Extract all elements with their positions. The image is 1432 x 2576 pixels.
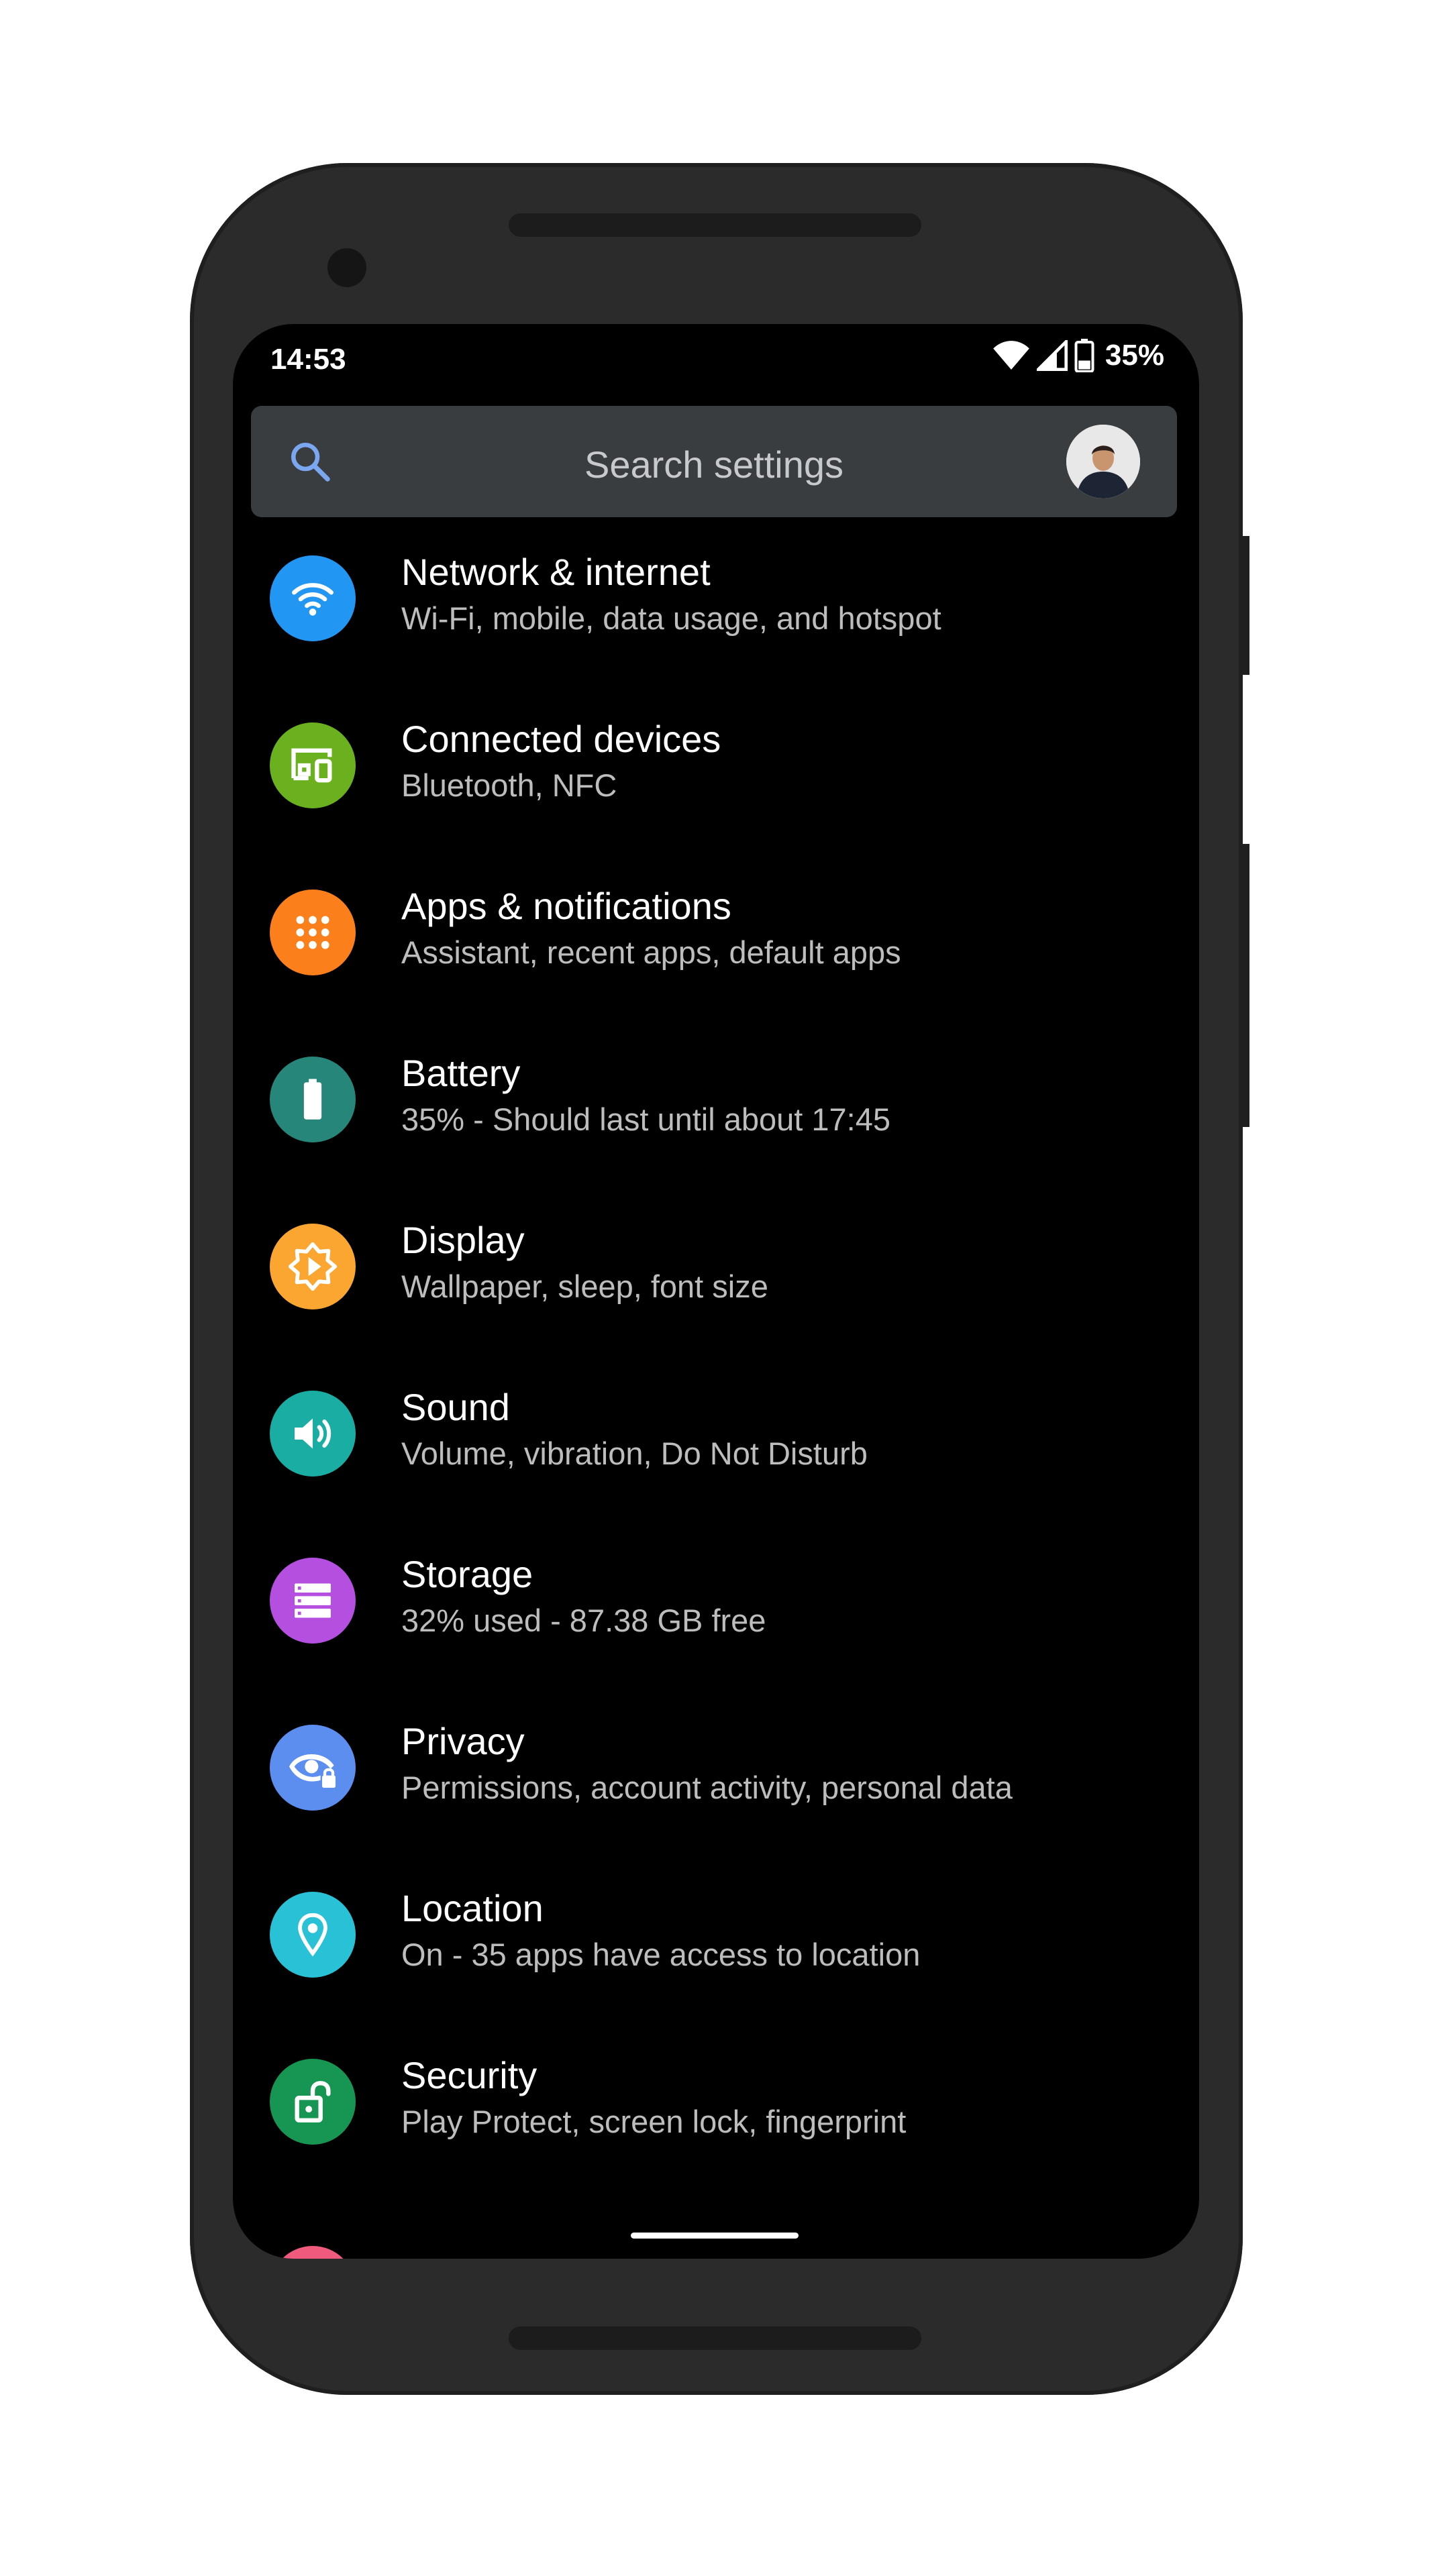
lock-open-icon xyxy=(270,2059,356,2145)
status-icons: 35% xyxy=(992,339,1164,372)
setting-title: Storage xyxy=(401,1553,533,1595)
setting-subtitle: Assistant, recent apps, default apps xyxy=(401,934,901,970)
wifi-icon xyxy=(992,339,1030,372)
setting-display[interactable]: Display Wallpaper, sleep, font size xyxy=(233,1219,1199,1391)
setting-title: Sound xyxy=(401,1386,510,1428)
setting-title: Apps & notifications xyxy=(401,885,731,927)
signal-icon xyxy=(1036,340,1068,371)
setting-title: Battery xyxy=(401,1052,521,1094)
status-bar: 14:53 35% xyxy=(233,324,1199,391)
front-camera xyxy=(327,248,366,287)
setting-title: Display xyxy=(401,1219,525,1261)
brightness-icon xyxy=(270,1224,356,1309)
setting-privacy[interactable]: Privacy Permissions, account activity, p… xyxy=(233,1720,1199,1892)
setting-location[interactable]: Location On - 35 apps have access to loc… xyxy=(233,1887,1199,2059)
bottom-speaker xyxy=(509,2326,921,2350)
privacy-eye-icon xyxy=(270,1725,356,1811)
screen: 14:53 35% Search settings Network & inte… xyxy=(233,324,1199,2259)
setting-subtitle: Wi-Fi, mobile, data usage, and hotspot xyxy=(401,600,941,636)
setting-title: Location xyxy=(401,1887,544,1929)
setting-subtitle: Volume, vibration, Do Not Disturb xyxy=(401,1436,868,1471)
setting-connected-devices[interactable]: Connected devices Bluetooth, NFC xyxy=(233,718,1199,890)
search-bar[interactable]: Search settings xyxy=(251,406,1177,517)
battery-icon xyxy=(1074,339,1094,372)
volume-icon xyxy=(270,1391,356,1477)
power-button xyxy=(1241,536,1249,675)
setting-storage[interactable]: Storage 32% used - 87.38 GB free xyxy=(233,1553,1199,1725)
setting-subtitle: Bluetooth, NFC xyxy=(401,767,617,803)
wifi-icon xyxy=(270,555,356,641)
setting-subtitle: 32% used - 87.38 GB free xyxy=(401,1603,766,1638)
setting-sound[interactable]: Sound Volume, vibration, Do Not Disturb xyxy=(233,1386,1199,1558)
devices-icon xyxy=(270,722,356,808)
setting-title: Connected devices xyxy=(401,718,721,760)
battery-percent: 35% xyxy=(1105,339,1164,372)
gesture-nav-handle[interactable] xyxy=(631,2233,799,2239)
setting-apps[interactable]: Apps & notifications Assistant, recent a… xyxy=(233,885,1199,1057)
search-placeholder: Search settings xyxy=(584,443,843,486)
setting-battery[interactable]: Battery 35% - Should last until about 17… xyxy=(233,1052,1199,1224)
setting-title: Network & internet xyxy=(401,551,711,593)
status-time: 14:53 xyxy=(270,343,346,376)
storage-icon xyxy=(270,1558,356,1644)
setting-subtitle: On - 35 apps have access to location xyxy=(401,1937,921,1972)
volume-rocker xyxy=(1241,844,1249,1127)
location-pin-icon xyxy=(270,1892,356,1978)
next-item-icon xyxy=(270,2246,356,2259)
setting-subtitle: 35% - Should last until about 17:45 xyxy=(401,1102,891,1137)
apps-grid-icon xyxy=(270,890,356,975)
setting-security[interactable]: Security Play Protect, screen lock, fing… xyxy=(233,2054,1199,2226)
setting-network[interactable]: Network & internet Wi-Fi, mobile, data u… xyxy=(233,551,1199,722)
top-speaker xyxy=(509,213,921,237)
setting-title: Security xyxy=(401,2054,538,2096)
setting-subtitle: Wallpaper, sleep, font size xyxy=(401,1269,768,1304)
settings-list: Network & internet Wi-Fi, mobile, data u… xyxy=(233,551,1199,2226)
setting-subtitle: Play Protect, screen lock, fingerprint xyxy=(401,2104,907,2139)
account-avatar[interactable] xyxy=(1066,425,1140,498)
setting-subtitle: Permissions, account activity, personal … xyxy=(401,1770,1013,1805)
battery-icon xyxy=(270,1057,356,1142)
setting-title: Privacy xyxy=(401,1720,525,1762)
